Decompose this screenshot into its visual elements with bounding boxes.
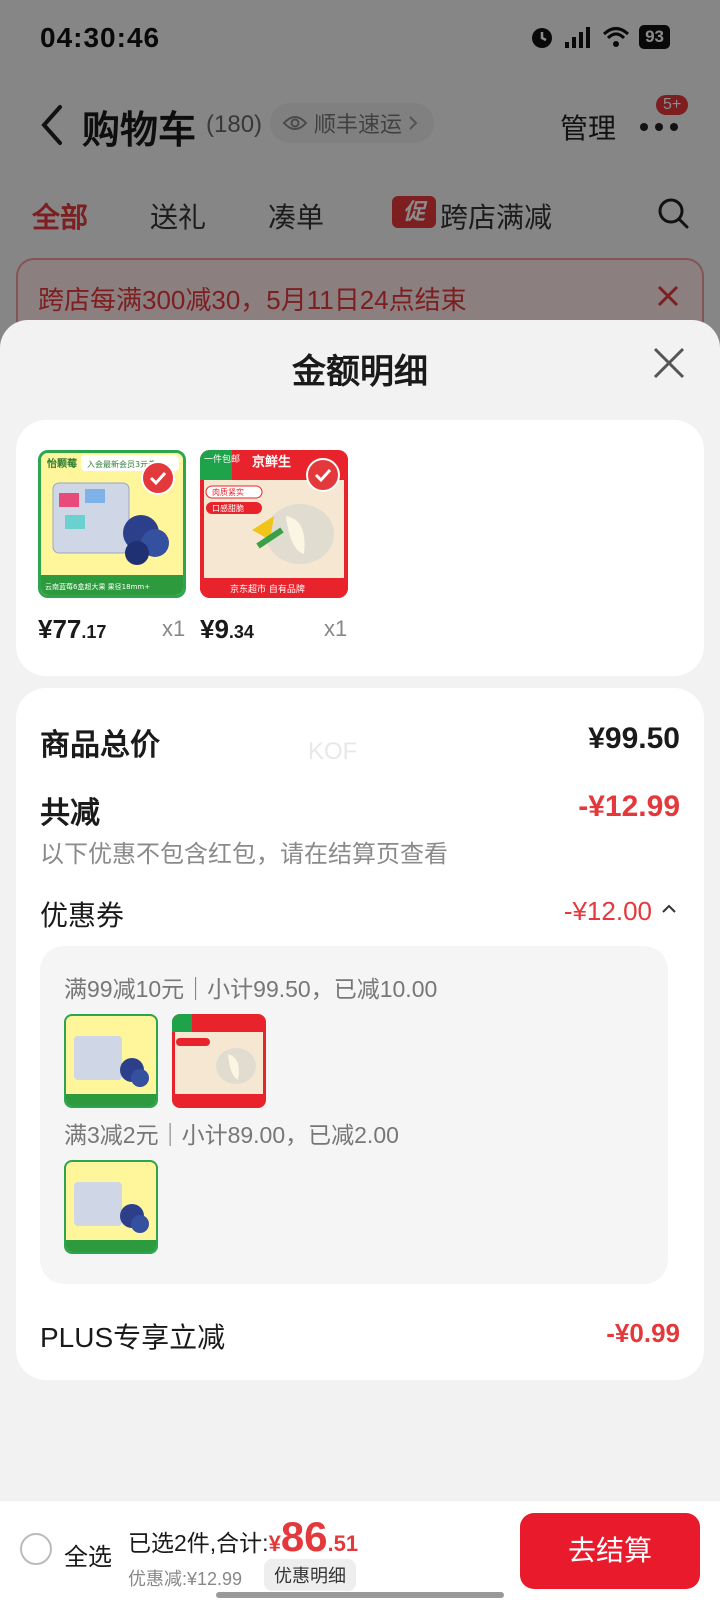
- jx-corner-text: 一件包邮: [204, 453, 240, 465]
- total-reduce-label: 共减: [40, 797, 100, 830]
- blueberry-footer-text: 云南蓝莓6盒超大果 果径18mm+: [45, 582, 150, 591]
- product-qty: x1: [162, 616, 186, 641]
- total-integer: 86: [280, 1513, 328, 1560]
- summary-prefix: 已选2件,合计:: [128, 1530, 269, 1556]
- coupon-breakdown: 满99减10元｜小计99.50，已减10.00 满3减2元｜小计89.00，已减…: [40, 946, 668, 1284]
- coupon-value[interactable]: -¥12.00: [564, 896, 652, 927]
- price-decimal: .34: [228, 622, 254, 642]
- product-price: ¥9.34: [200, 614, 254, 645]
- product-price: ¥77.17: [38, 614, 106, 645]
- checkout-bar: 全选 已选2件,合计:¥86.51 优惠减:¥12.99 优惠明细 去结算: [0, 1500, 720, 1600]
- total-decimal: .51: [327, 1531, 359, 1556]
- selected-products-card: 入会最新会员3元券 怡颗莓 云南蓝莓6盒超大果 果径18mm+ ¥77.17 x…: [16, 420, 704, 676]
- jx-footer-text: 京东超市 自有品牌: [230, 583, 305, 595]
- product-item[interactable]: 入会最新会员3元券 怡颗莓 云南蓝莓6盒超大果 果径18mm+ ¥77.17 x…: [38, 450, 188, 648]
- selected-check-icon[interactable]: [141, 461, 175, 495]
- discount-summary: 优惠减:¥12.99: [128, 1569, 243, 1589]
- blueberry-brand-text: 怡颗莓: [47, 457, 77, 470]
- checkout-button[interactable]: 去结算: [520, 1513, 700, 1589]
- total-price-label: 商品总价: [40, 729, 160, 762]
- coupon-label: 优惠券: [40, 900, 125, 931]
- sheet-title: 金额明细: [292, 353, 428, 391]
- select-all-checkbox[interactable]: [20, 1533, 52, 1565]
- blueberry-mini-thumbnail: [64, 1014, 158, 1108]
- selected-check-icon[interactable]: [306, 458, 340, 492]
- jx-tag1-text: 肉质紧实: [212, 487, 244, 497]
- coupon-rule: 满99减10元｜小计99.50，已减10.00: [64, 976, 438, 1002]
- amount-detail-card: KOF 商品总价 ¥99.50 共减 -¥12.99 以下优惠不包含红包，请在结…: [16, 688, 704, 1380]
- select-all-label[interactable]: 全选: [64, 1537, 112, 1572]
- total-summary: 已选2件,合计:¥86.51: [128, 1513, 358, 1561]
- jx-tag2-text: 口感甜脆: [212, 503, 244, 513]
- watermark-text: KOF: [308, 738, 358, 765]
- plus-discount-label: PLUS专享立减: [40, 1322, 226, 1353]
- discount-detail-button[interactable]: 优惠明细: [264, 1559, 356, 1591]
- total-currency: ¥: [268, 1531, 281, 1556]
- price-integer: ¥77: [38, 614, 82, 644]
- chevron-up-icon[interactable]: [660, 902, 678, 916]
- price-decimal: .17: [81, 622, 107, 642]
- amount-detail-sheet: 金额明细 入会最新会员3元券 怡颗莓 云南蓝莓6盒超大果 果径18mm+ ¥77…: [0, 320, 720, 1600]
- home-indicator: [216, 1592, 504, 1598]
- product-qty: x1: [324, 616, 348, 641]
- blueberry-mini-thumbnail: [64, 1160, 158, 1254]
- coupon-rule: 满3减2元｜小计89.00，已减2.00: [64, 1122, 399, 1148]
- jx-brand-text: 京鲜生: [252, 454, 291, 470]
- total-price-value: ¥99.50: [588, 722, 680, 755]
- price-integer: ¥9: [200, 614, 229, 644]
- total-reduce-value: -¥12.99: [578, 790, 680, 823]
- plus-discount-value: -¥0.99: [606, 1318, 680, 1348]
- product-item[interactable]: 一件包邮 京鲜生 肉质紧实 口感甜脆 京东超市 自有品牌 ¥9.34 x1: [200, 450, 350, 648]
- jingxiansheng-mini-thumbnail: [172, 1014, 266, 1108]
- reduce-note: 以下优惠不包含红包，请在结算页查看: [40, 841, 448, 868]
- jingxiansheng-thumbnail: 一件包邮 京鲜生 肉质紧实 口感甜脆 京东超市 自有品牌: [200, 450, 348, 598]
- blueberry-thumbnail: 入会最新会员3元券 怡颗莓 云南蓝莓6盒超大果 果径18mm+: [38, 450, 186, 598]
- close-icon[interactable]: [652, 346, 686, 380]
